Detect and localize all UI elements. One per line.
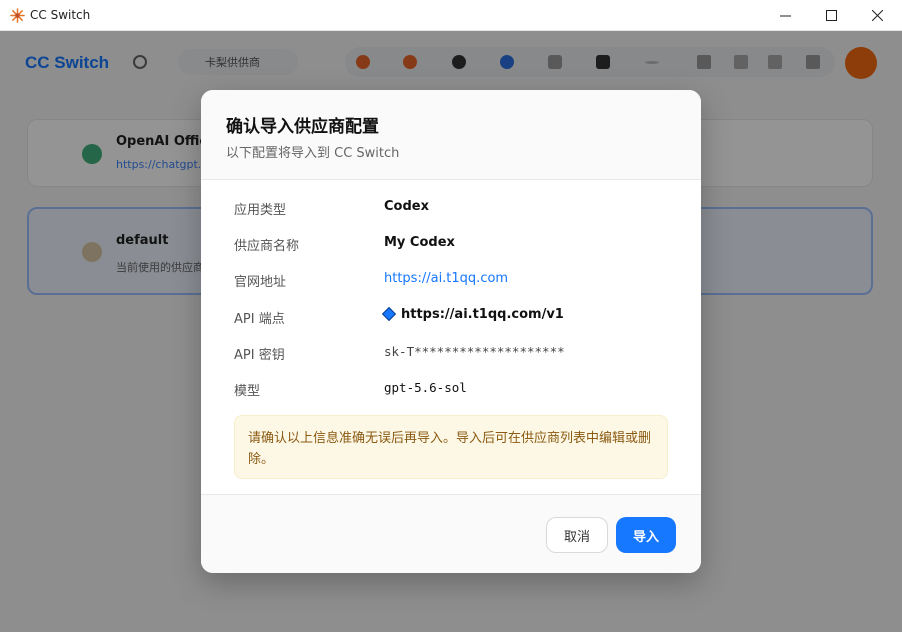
app-type-value: Codex — [384, 199, 429, 214]
minimize-button[interactable] — [762, 0, 808, 31]
api-endpoint-value-wrap: https://ai.t1qq.com/v1 — [380, 306, 564, 322]
app-type-label: 应用类型 — [234, 203, 287, 218]
warning-text: 请确认以上信息准确无误后再导入。导入后可在供应商列表中编辑或删除。 — [248, 431, 652, 467]
window-title: CC Switch — [30, 8, 91, 22]
api-endpoint-label: API 端点 — [234, 312, 285, 327]
warning-notice: 请确认以上信息准确无误后再导入。导入后可在供应商列表中编辑或删除。 — [234, 415, 668, 479]
minimize-icon — [779, 15, 791, 17]
dialog-footer: 取消 导入 — [201, 494, 701, 573]
provider-name-label: 供应商名称 — [234, 239, 300, 254]
close-button[interactable] — [854, 0, 900, 31]
dialog-header: 确认导入供应商配置 以下配置将导入到 CC Switch — [201, 90, 701, 180]
model-value: gpt-5.6-sol — [384, 380, 467, 395]
website-label: 官网地址 — [234, 275, 287, 290]
endpoint-diamond-icon — [381, 306, 397, 322]
api-endpoint-value: https://ai.t1qq.com/v1 — [401, 307, 564, 322]
close-icon — [871, 10, 883, 21]
dialog-subtitle: 以下配置将导入到 CC Switch — [226, 146, 400, 161]
import-confirm-dialog: 确认导入供应商配置 以下配置将导入到 CC Switch 应用类型 Codex … — [201, 90, 701, 573]
api-key-label: API 密钥 — [234, 348, 285, 363]
cancel-button[interactable]: 取消 — [546, 517, 608, 553]
website-link[interactable]: https://ai.t1qq.com — [384, 271, 508, 286]
app-logo-icon — [10, 8, 25, 23]
title-bar: CC Switch — [0, 0, 902, 31]
dialog-title: 确认导入供应商配置 — [226, 117, 379, 137]
model-label: 模型 — [234, 384, 261, 399]
api-key-value: sk-T******************** — [384, 344, 565, 359]
import-button[interactable]: 导入 — [616, 517, 676, 553]
provider-name-value: My Codex — [384, 235, 455, 250]
maximize-icon — [825, 10, 837, 21]
maximize-button[interactable] — [808, 0, 854, 31]
